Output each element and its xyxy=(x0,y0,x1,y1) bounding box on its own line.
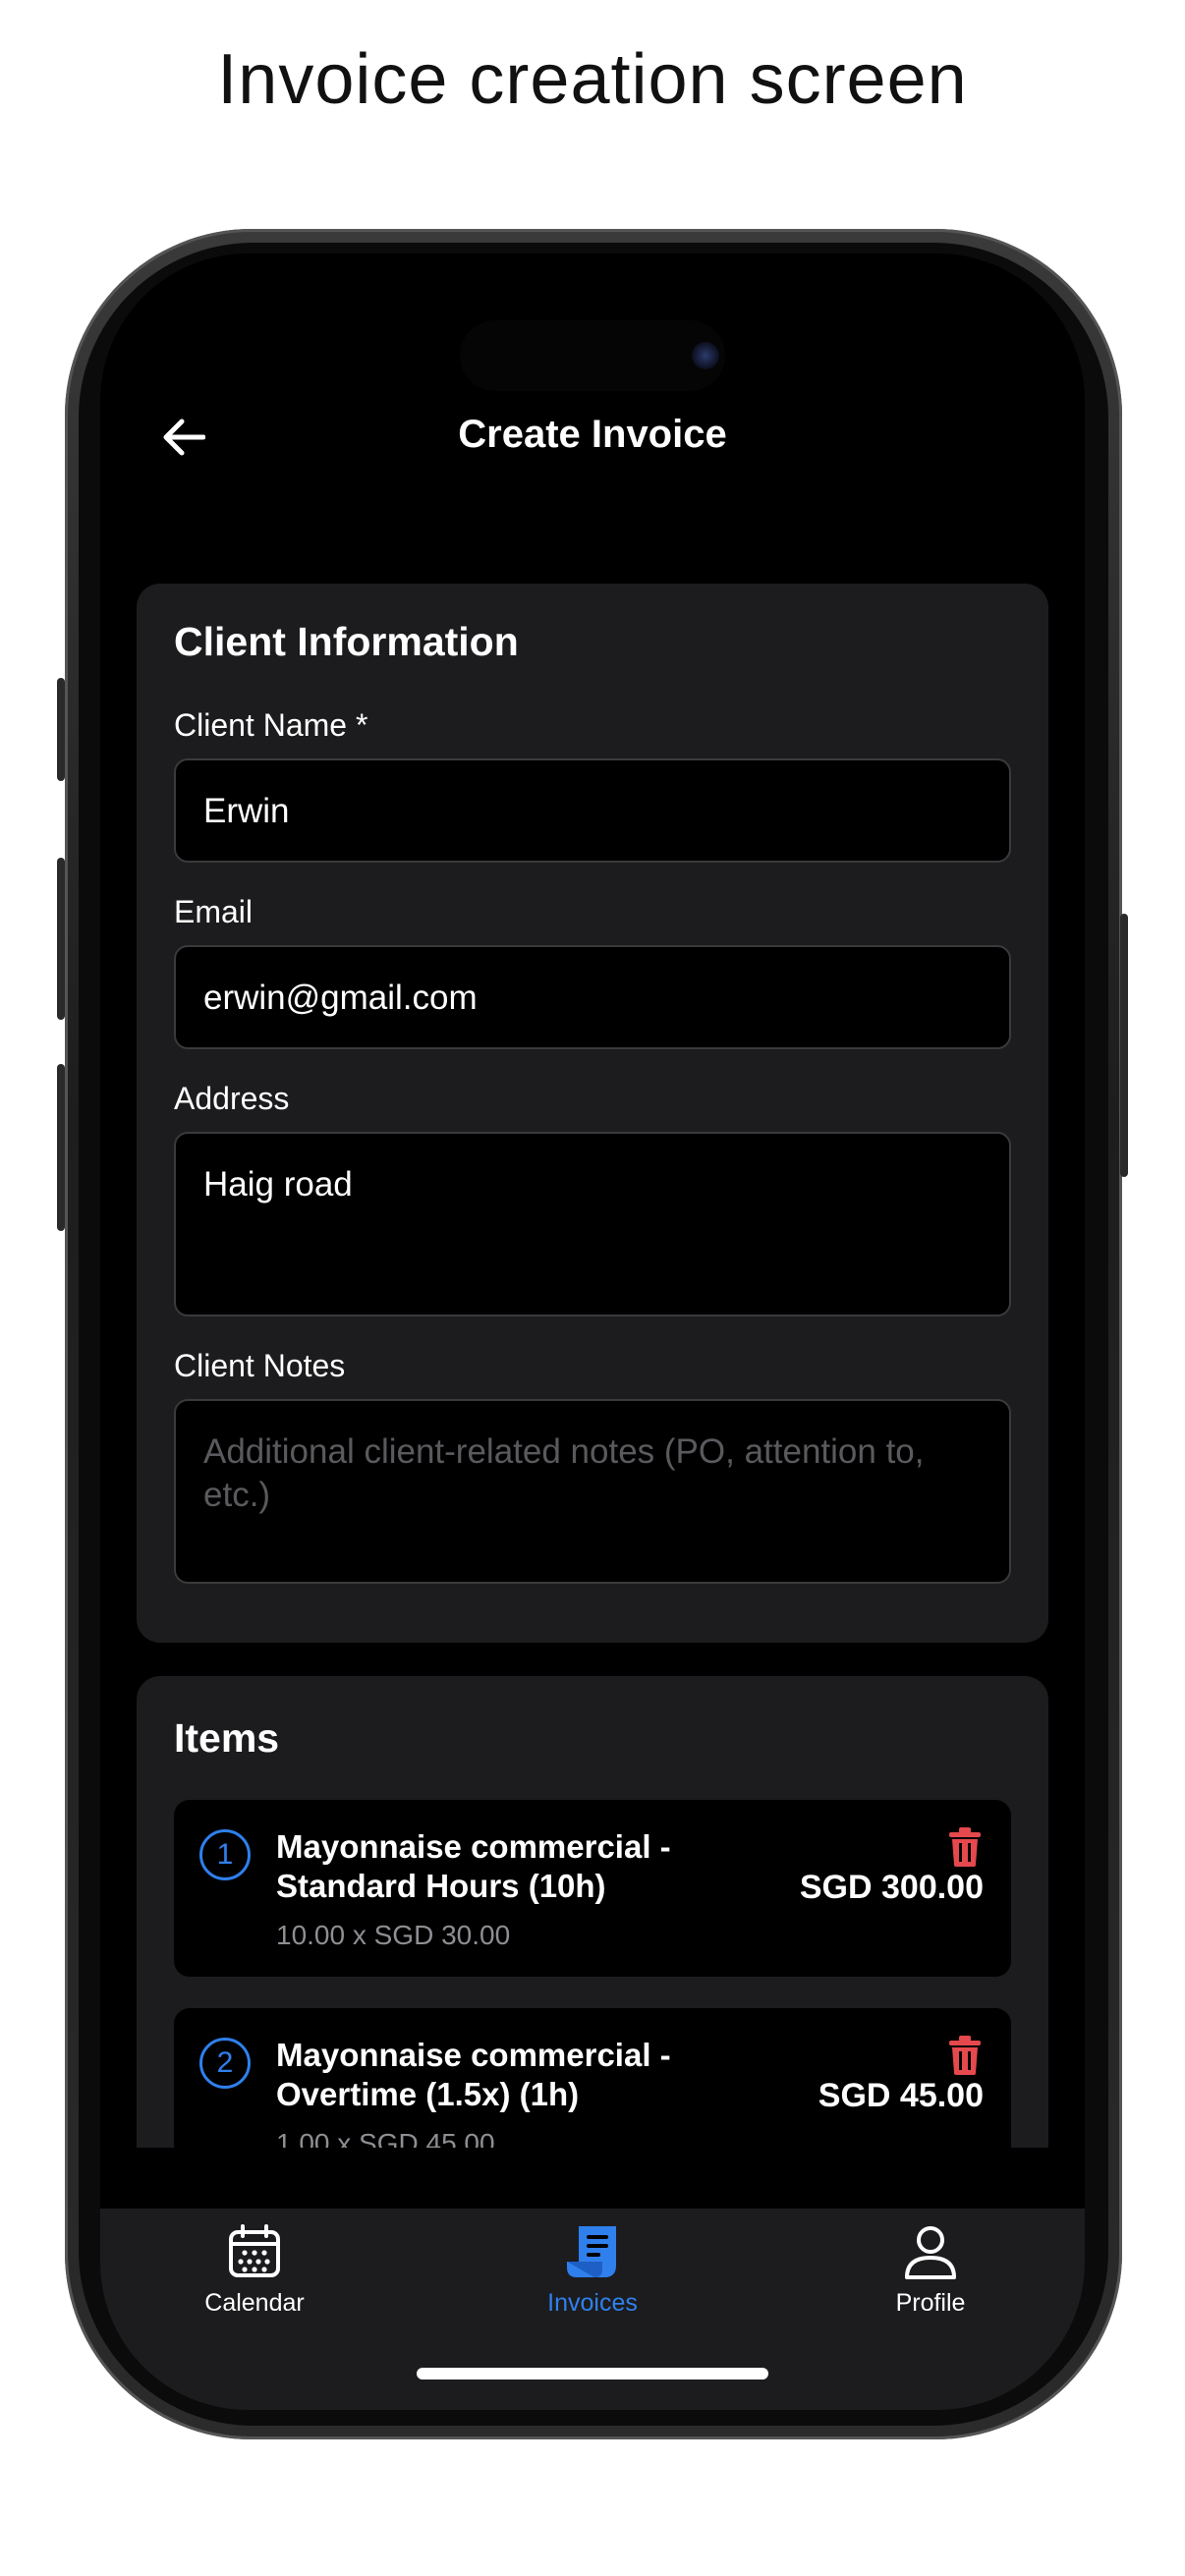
item-quantity-rate: 1.00 x SGD 45.00 xyxy=(276,2128,495,2148)
tab-label: Calendar xyxy=(204,2289,305,2317)
home-indicator[interactable] xyxy=(417,2368,768,2380)
item-amount: SGD 45.00 xyxy=(818,2077,984,2114)
item-amount: SGD 300.00 xyxy=(799,1869,984,1906)
items-title: Items xyxy=(174,1715,280,1761)
client-info-card: Client Information Client Name * Erwin E… xyxy=(137,584,1048,1643)
trash-icon[interactable] xyxy=(948,2036,982,2075)
profile-icon xyxy=(905,2226,956,2279)
items-card: Items 1 Mayonnaise commercial - Standard… xyxy=(137,1676,1048,2148)
list-item[interactable]: 2 Mayonnaise commercial - Overtime (1.5x… xyxy=(174,2008,1011,2148)
calendar-icon xyxy=(229,2224,280,2277)
item-number-badge: 1 xyxy=(199,1829,251,1880)
tab-profile[interactable]: Profile xyxy=(842,2222,1019,2318)
power-button xyxy=(1120,914,1128,1177)
bottom-tab-bar: Calendar Invoices Profile xyxy=(100,2209,1085,2410)
item-title: Mayonnaise commercial - Overtime (1.5x) … xyxy=(276,2037,671,2112)
action-button xyxy=(57,678,65,781)
page-caption: Invoice creation screen xyxy=(217,40,968,119)
item-title: Mayonnaise commercial - Standard Hours (… xyxy=(276,1828,671,1904)
item-number-badge: 2 xyxy=(199,2038,251,2089)
address-input[interactable]: Haig road xyxy=(174,1132,1011,1316)
invoice-icon xyxy=(567,2226,616,2277)
email-input[interactable]: erwin@gmail.com xyxy=(174,945,1011,1049)
address-label: Address xyxy=(174,1081,290,1116)
client-notes-label: Client Notes xyxy=(174,1348,346,1383)
tab-invoices[interactable]: Invoices xyxy=(504,2222,681,2318)
phone-screen: Create Invoice Client Information Client… xyxy=(100,253,1085,2410)
scroll-content[interactable]: Client Information Client Name * Erwin E… xyxy=(100,253,1085,2148)
tab-calendar[interactable]: Calendar xyxy=(166,2222,343,2318)
tab-label: Invoices xyxy=(547,2289,638,2317)
client-info-title: Client Information xyxy=(174,619,519,664)
client-name-input[interactable]: Erwin xyxy=(174,758,1011,863)
volume-up-button xyxy=(57,858,65,1020)
client-name-label: Client Name * xyxy=(174,707,368,743)
trash-icon[interactable] xyxy=(948,1827,982,1867)
tab-label: Profile xyxy=(895,2289,966,2317)
client-notes-input[interactable]: Additional client-related notes (PO, att… xyxy=(174,1399,1011,1584)
list-item[interactable]: 1 Mayonnaise commercial - Standard Hours… xyxy=(174,1800,1011,1977)
email-label: Email xyxy=(174,894,254,929)
volume-down-button xyxy=(57,1064,65,1231)
item-quantity-rate: 10.00 x SGD 30.00 xyxy=(276,1920,511,1950)
